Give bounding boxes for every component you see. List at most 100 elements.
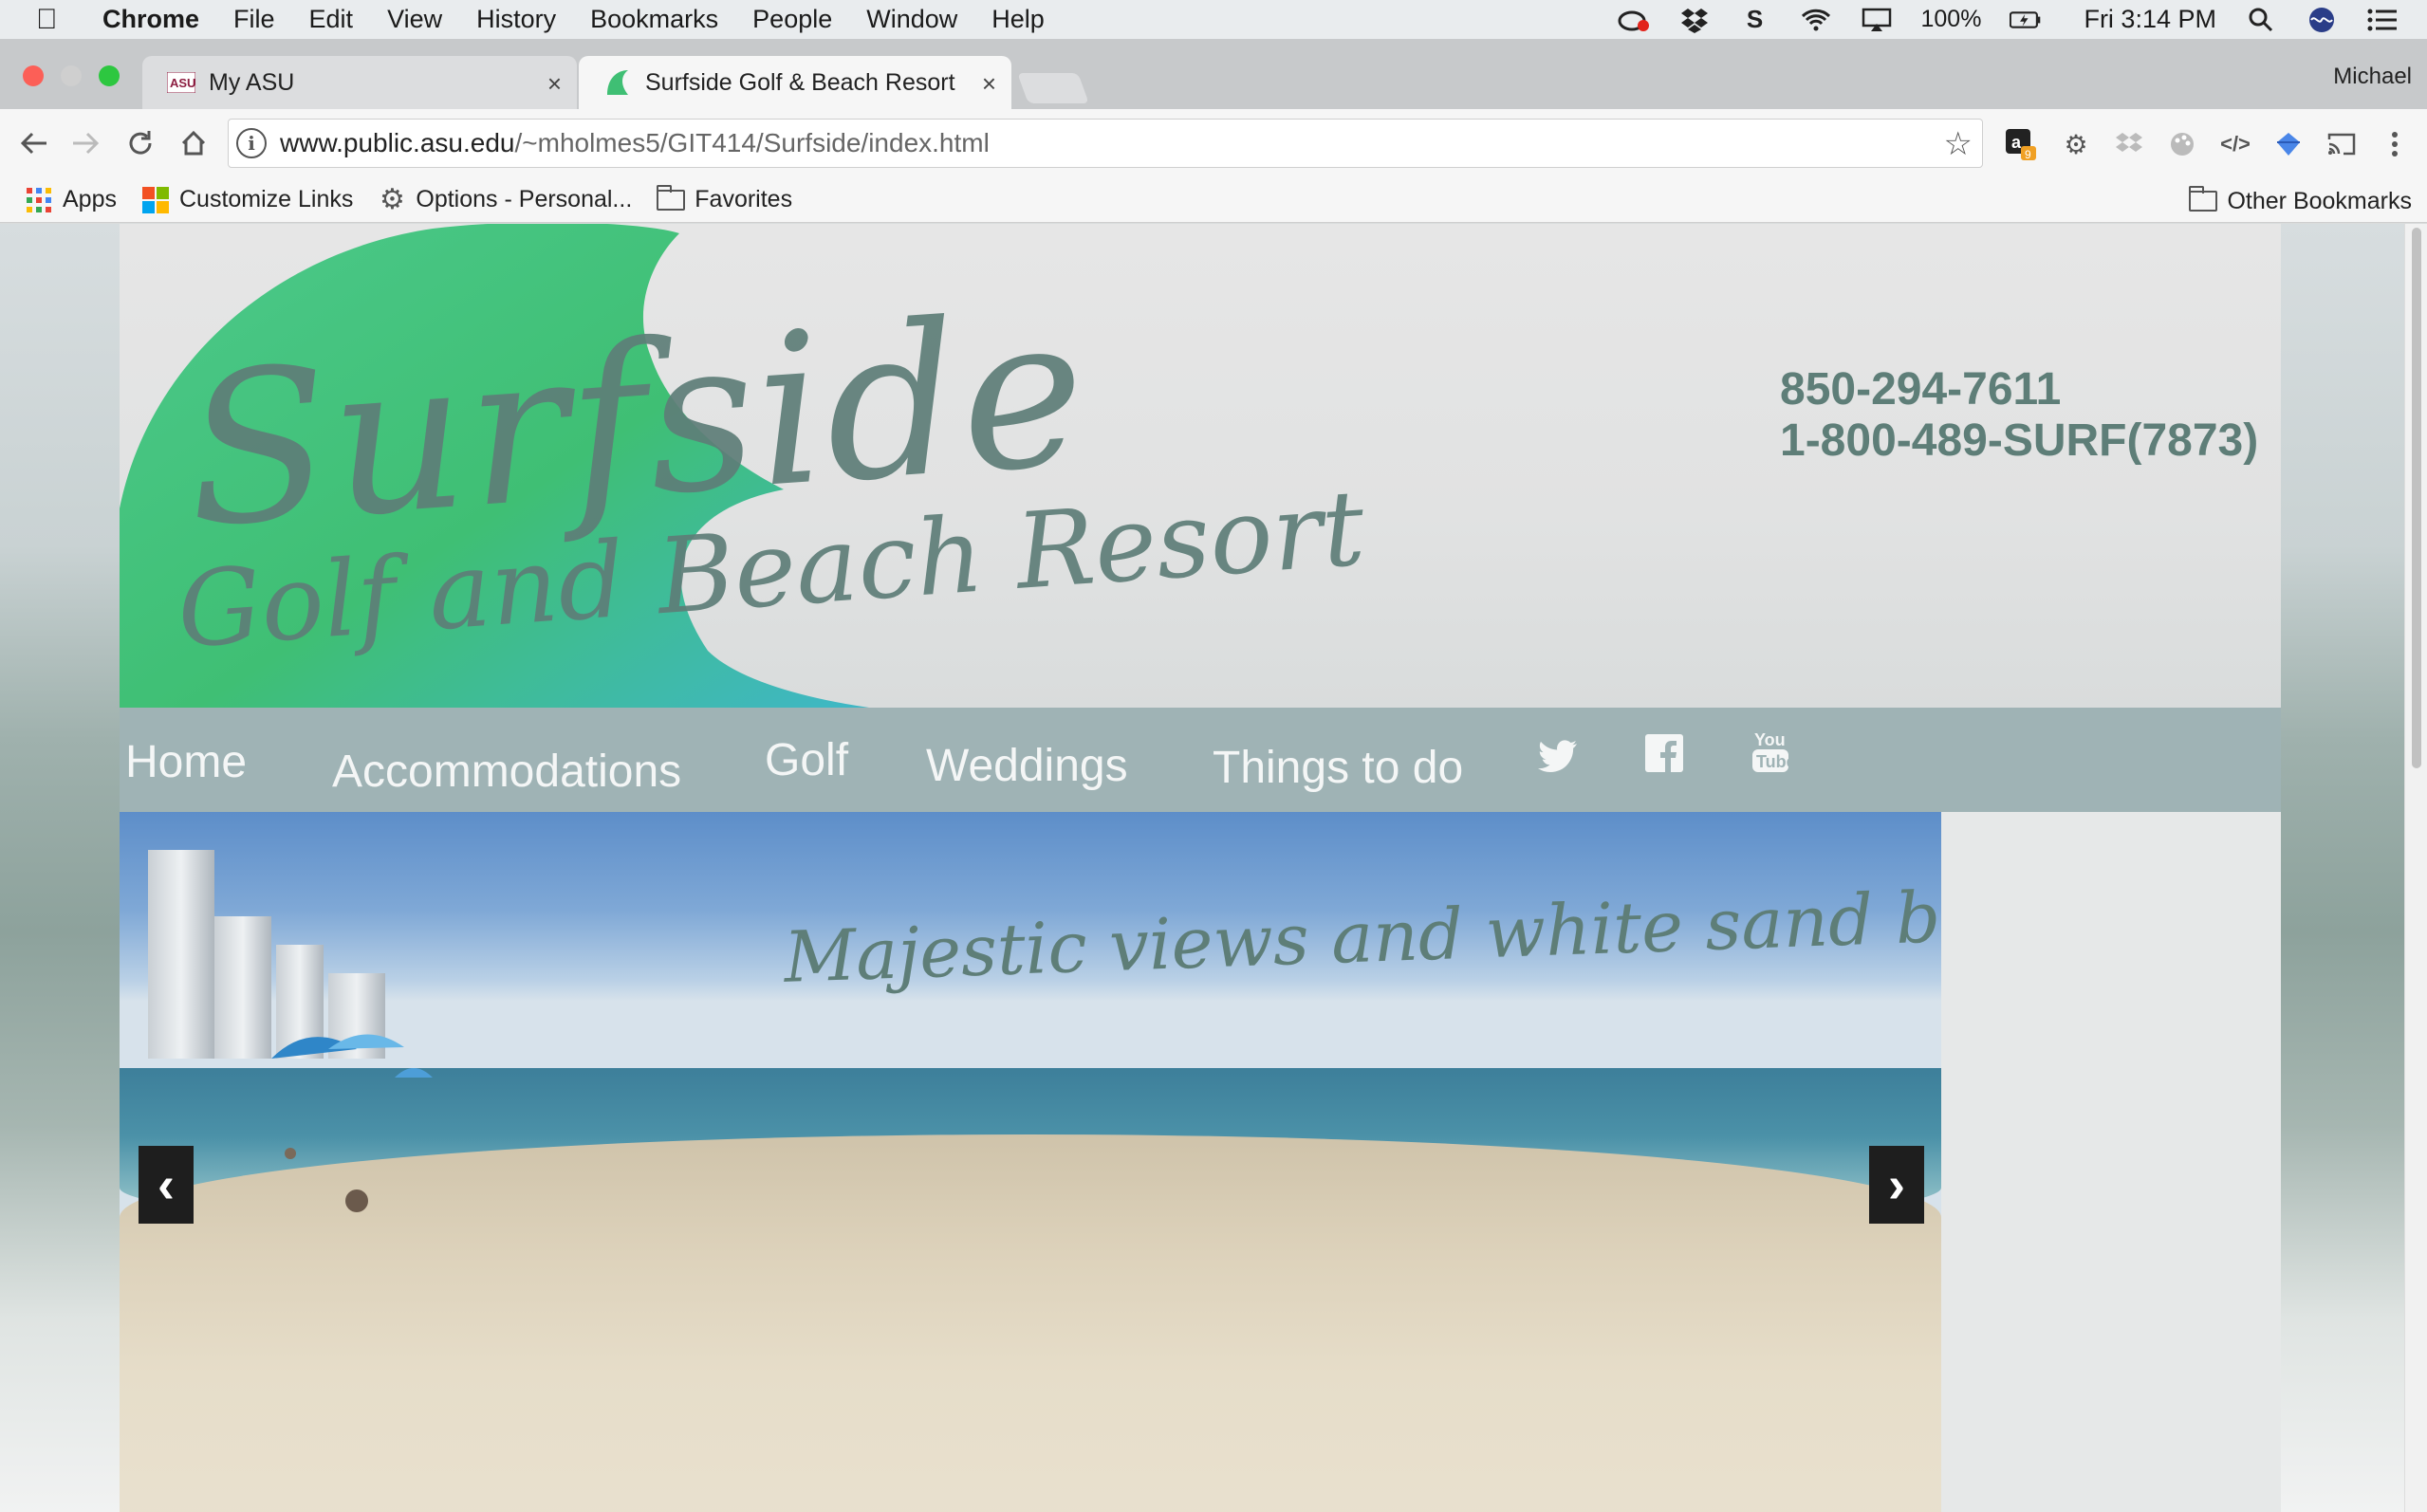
microsoft-logo-icon <box>141 186 170 214</box>
gear-extension-icon[interactable]: ⚙ <box>2057 126 2095 162</box>
site-info-icon[interactable]: i <box>236 128 267 158</box>
browser-tab-strip: ASU My ASU × Surfside Golf & Beach Resor… <box>0 39 2427 109</box>
creative-cloud-icon[interactable] <box>1618 6 1650 34</box>
nav-golf[interactable]: Golf <box>765 734 848 786</box>
macos-menu-bar:  Chrome File Edit View History Bookmark… <box>0 0 2427 39</box>
apps-grid-icon <box>25 186 53 214</box>
battery-percent: 100% <box>1920 6 1982 32</box>
page-viewport[interactable]: Surfside Golf and Beach Resort 850-294-7… <box>0 224 2427 1512</box>
nav-home[interactable]: Home <box>125 736 247 788</box>
browser-toolbar: i www.public.asu.edu/~mholmes5/GIT414/Su… <box>0 109 2427 177</box>
notification-center-icon[interactable] <box>2366 6 2399 34</box>
url-path: /~mholmes5/GIT414/Surfside/index.html <box>514 128 990 157</box>
youtube-icon[interactable]: You Tube <box>1750 730 1791 772</box>
twitter-icon[interactable] <box>1537 736 1579 778</box>
svg-text:ASU: ASU <box>170 76 195 90</box>
scrollbar-thumb[interactable] <box>2412 228 2421 768</box>
maximize-window-button[interactable] <box>99 65 120 86</box>
home-icon[interactable] <box>173 122 214 164</box>
svg-text:You: You <box>1754 730 1786 749</box>
back-arrow-icon[interactable] <box>13 122 55 164</box>
svg-text:9: 9 <box>2025 148 2031 161</box>
tab-title: My ASU <box>209 68 295 96</box>
svg-text:a: a <box>2011 133 2022 152</box>
menu-app-chrome[interactable]: Chrome <box>102 5 199 34</box>
menubar-clock[interactable]: Fri 3:14 PM <box>2084 5 2216 34</box>
folder-icon <box>657 184 686 214</box>
carousel-caption: Majestic views and white sand beaches <box>782 868 1941 999</box>
tab-my-asu[interactable]: ASU My ASU × <box>142 56 577 109</box>
wifi-icon[interactable] <box>1800 6 1832 34</box>
bookmarks-bar: Apps Customize Links ⚙ Options - Persona… <box>0 177 2427 223</box>
carousel-next-button[interactable]: › <box>1869 1146 1924 1224</box>
bookmark-favorites-folder[interactable]: Favorites <box>657 184 793 214</box>
forward-arrow-icon[interactable] <box>65 122 106 164</box>
menu-help[interactable]: Help <box>991 5 1045 34</box>
url-text[interactable]: www.public.asu.edu/~mholmes5/GIT414/Surf… <box>280 128 990 158</box>
surfside-site: Surfside Golf and Beach Resort 850-294-7… <box>120 224 2281 1512</box>
dropbox-icon[interactable] <box>1678 6 1711 34</box>
battery-charging-icon[interactable] <box>2010 6 2042 34</box>
facebook-icon[interactable] <box>1643 732 1685 774</box>
dropbox-extension-icon[interactable] <box>2110 126 2148 162</box>
bookmark-label: Options - Personal... <box>416 186 633 212</box>
menu-view[interactable]: View <box>387 5 442 34</box>
airplay-icon[interactable] <box>1861 6 1893 34</box>
asu-favicon-icon: ASU <box>167 70 195 95</box>
spotlight-search-icon[interactable] <box>2245 6 2277 34</box>
bookmark-other-folder[interactable]: Other Bookmarks <box>2189 186 2412 215</box>
blue-diamond-extension-icon[interactable] <box>2270 126 2307 162</box>
address-bar[interactable]: i www.public.asu.edu/~mholmes5/GIT414/Su… <box>228 119 1983 168</box>
nav-things-to-do[interactable]: Things to do <box>1213 742 1463 794</box>
chrome-menu-icon[interactable] <box>2376 126 2414 162</box>
code-extension-icon[interactable]: </> <box>2216 126 2254 162</box>
site-header: Surfside Golf and Beach Resort 850-294-7… <box>120 224 2281 708</box>
menu-people[interactable]: People <box>752 5 832 34</box>
profile-name[interactable]: Michael <box>2333 64 2412 90</box>
menu-bookmarks[interactable]: Bookmarks <box>590 5 718 34</box>
new-tab-button[interactable] <box>1017 73 1089 103</box>
folder-icon <box>2189 186 2218 215</box>
tab-title: Surfside Golf & Beach Resort <box>645 68 955 96</box>
siri-icon[interactable] <box>2306 6 2338 34</box>
surfside-wave-favicon-icon <box>603 70 632 95</box>
menu-edit[interactable]: Edit <box>309 5 354 34</box>
bookmark-label: Favorites <box>695 186 793 212</box>
page-scrollbar[interactable] <box>2404 224 2427 1512</box>
hero-side-panel <box>1941 812 2281 1512</box>
contact-phones: 850-294-7611 1-800-489-SURF(7873) <box>1780 364 2258 467</box>
url-host: www.public.asu.edu <box>280 128 515 157</box>
bookmark-apps[interactable]: Apps <box>25 186 117 214</box>
cast-icon[interactable] <box>2323 126 2361 162</box>
phone-local[interactable]: 850-294-7611 <box>1780 364 2258 415</box>
bookmark-label: Customize Links <box>178 186 354 212</box>
phone-tollfree[interactable]: 1-800-489-SURF(7873) <box>1780 415 2258 467</box>
nav-weddings[interactable]: Weddings <box>926 740 1128 792</box>
tab-surfside[interactable]: Surfside Golf & Beach Resort × <box>579 56 1011 109</box>
menu-file[interactable]: File <box>233 5 275 34</box>
palette-extension-icon[interactable] <box>2163 126 2201 162</box>
tab-close-icon[interactable]: × <box>547 69 562 99</box>
close-window-button[interactable] <box>23 65 44 86</box>
reload-icon[interactable] <box>120 122 161 164</box>
minimize-window-button[interactable] <box>61 65 82 86</box>
bookmark-options-personal[interactable]: ⚙ Options - Personal... <box>378 184 633 215</box>
tab-close-icon[interactable]: × <box>982 69 996 99</box>
carousel-prev-button[interactable]: ‹ <box>139 1146 194 1224</box>
apple-menu-icon[interactable]:  <box>36 4 74 36</box>
beach-umbrellas-graphic <box>271 1034 433 1212</box>
bookmark-label: Other Bookmarks <box>2227 187 2412 214</box>
bookmark-label: Apps <box>63 186 117 212</box>
menu-window[interactable]: Window <box>866 5 957 34</box>
carousel-building <box>148 850 214 1059</box>
skype-s-icon[interactable]: S <box>1739 5 1771 34</box>
gear-icon: ⚙ <box>379 184 405 215</box>
amazon-extension-icon[interactable]: a9 <box>2002 126 2040 162</box>
bookmark-star-icon[interactable]: ☆ <box>1944 125 1973 163</box>
hero-carousel[interactable]: Majestic views and white sand beaches ‹ … <box>120 812 1941 1512</box>
site-nav: Home Accommodations Golf Weddings Things… <box>120 708 2281 812</box>
svg-text:Tube: Tube <box>1756 752 1790 771</box>
menu-history[interactable]: History <box>476 5 556 34</box>
bookmark-customize-links[interactable]: Customize Links <box>141 186 353 214</box>
nav-accommodations[interactable]: Accommodations <box>332 746 681 798</box>
